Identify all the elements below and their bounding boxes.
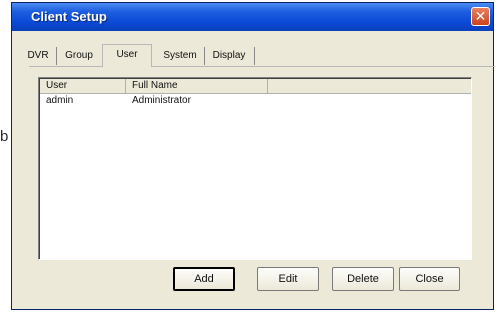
tab-strip: DVR Group User System Display (20, 44, 483, 67)
client-setup-dialog: Client Setup ✕ DVR Group User System Dis… (11, 2, 495, 310)
cell-user: admin (46, 95, 74, 106)
delete-button[interactable]: Delete (332, 267, 394, 291)
tab-system[interactable]: System (156, 47, 205, 65)
cell-full-name: Administrator (132, 95, 191, 106)
window-close-button[interactable]: ✕ (471, 7, 490, 26)
stray-character: b (0, 128, 9, 145)
column-header-user[interactable]: User (40, 79, 126, 93)
tab-dvr[interactable]: DVR (20, 47, 57, 65)
user-list[interactable]: User Full Name admin Administrator (38, 77, 472, 260)
column-header-full-name[interactable]: Full Name (126, 79, 268, 93)
tab-display[interactable]: Display (204, 47, 255, 65)
tab-group[interactable]: Group (56, 47, 103, 65)
title-bar[interactable]: Client Setup ✕ (12, 3, 493, 31)
add-button[interactable]: Add (173, 267, 235, 291)
close-button[interactable]: Close (399, 267, 460, 291)
close-icon: ✕ (474, 8, 487, 24)
window-title: Client Setup (31, 9, 107, 24)
edit-button[interactable]: Edit (257, 267, 319, 291)
list-header: User Full Name (40, 79, 471, 94)
tab-user[interactable]: User (102, 44, 152, 67)
table-row[interactable]: admin Administrator (40, 94, 471, 107)
column-header-empty[interactable] (268, 79, 470, 93)
